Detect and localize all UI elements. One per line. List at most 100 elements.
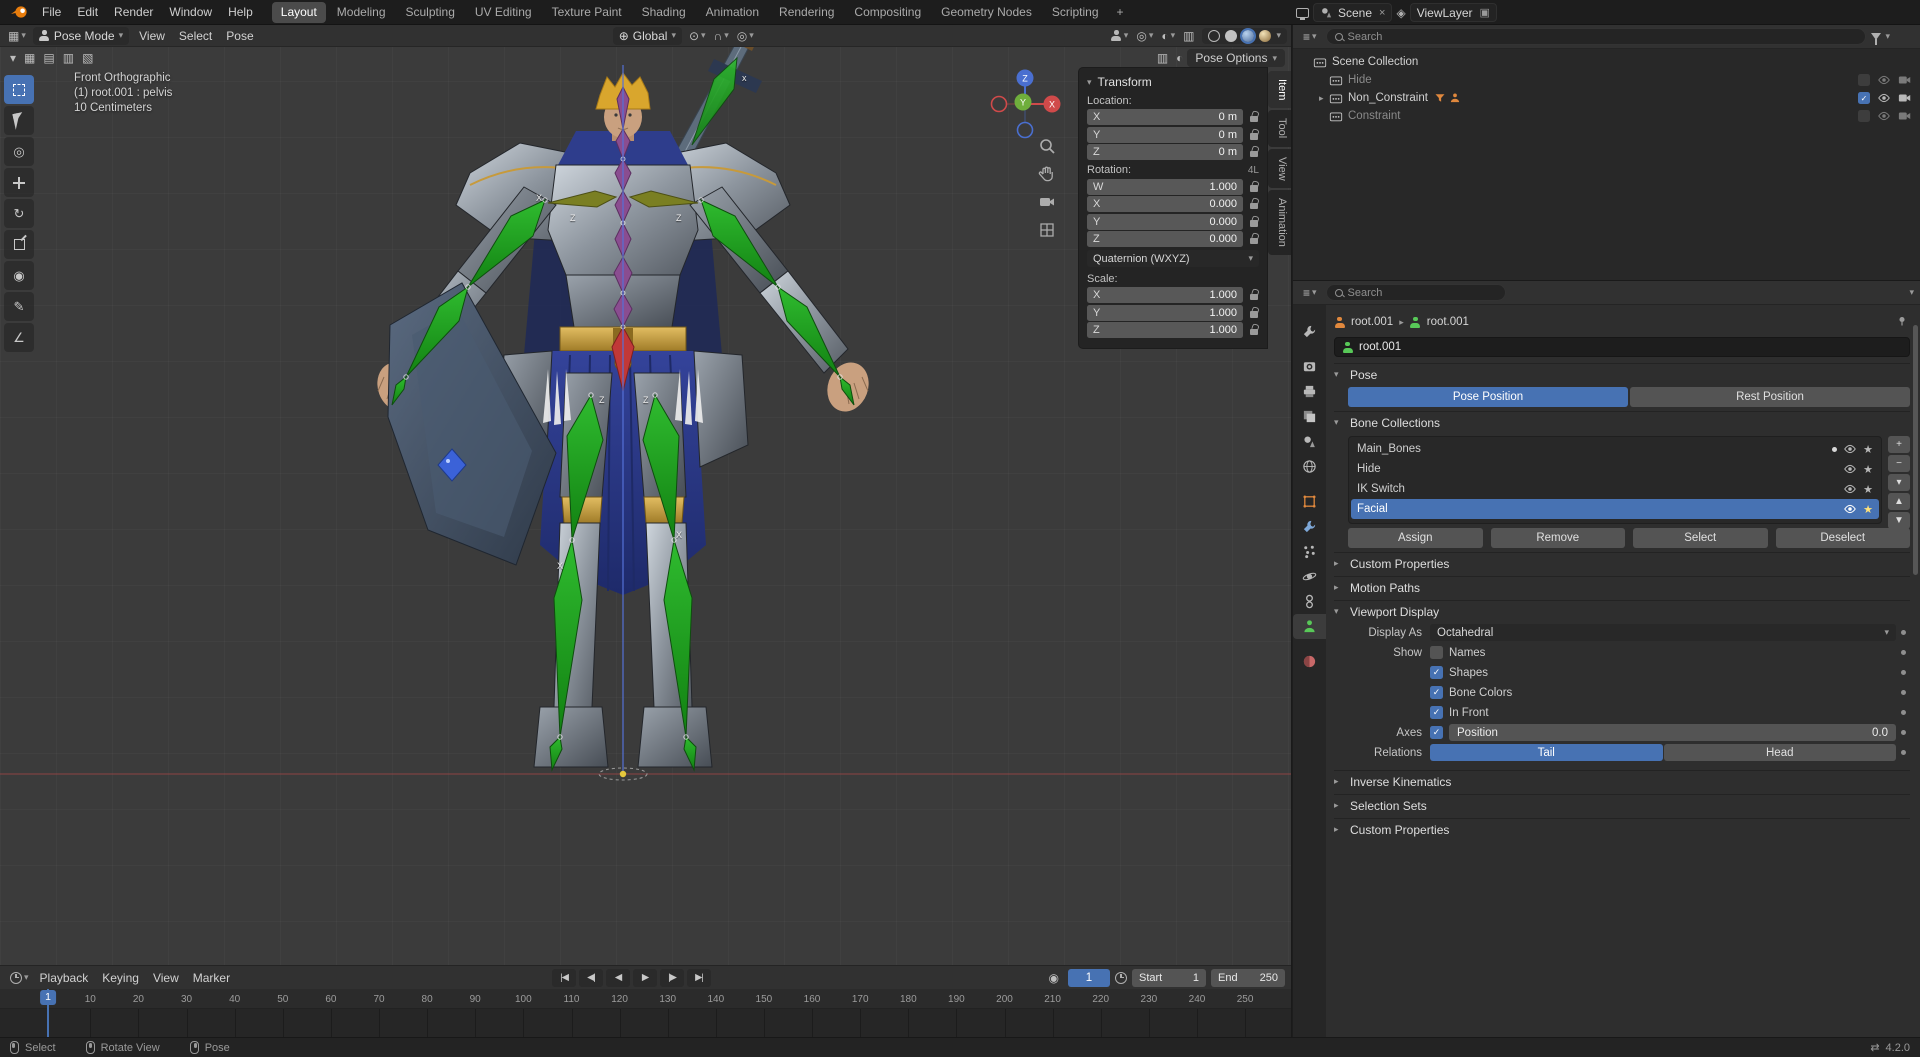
collection-solo-star-icon[interactable]: ★ bbox=[1863, 483, 1873, 496]
location-x-field[interactable]: X0 m bbox=[1087, 109, 1243, 125]
animate-dot[interactable] bbox=[1900, 750, 1906, 755]
pose-section-header[interactable]: ▾ Pose bbox=[1334, 363, 1910, 385]
lock-icon[interactable] bbox=[1248, 181, 1259, 192]
workspace-tab-rendering[interactable]: Rendering bbox=[770, 2, 843, 23]
exclude-checkbox[interactable] bbox=[1858, 74, 1870, 86]
overlays-dropdown[interactable]: ◐ ▾ bbox=[1157, 29, 1179, 43]
camera-view-icon[interactable] bbox=[1038, 193, 1056, 211]
pivot-dropdown[interactable]: ⊙ ▾ bbox=[685, 29, 710, 43]
exclude-checkbox[interactable] bbox=[1858, 110, 1870, 122]
properties-tab-output[interactable] bbox=[1293, 379, 1326, 404]
menu-help[interactable]: Help bbox=[220, 0, 261, 24]
sidebar-tab-view[interactable]: View bbox=[1268, 148, 1291, 189]
properties-tab-object-data[interactable] bbox=[1293, 614, 1326, 639]
annotate-tool[interactable]: ✎ bbox=[4, 292, 34, 321]
expand-icon[interactable]: ▸ bbox=[1319, 93, 1329, 104]
sidebar-tab-tool[interactable]: Tool bbox=[1268, 110, 1291, 147]
properties-tab-particles[interactable] bbox=[1293, 539, 1326, 564]
jump-end-button[interactable]: ▶| bbox=[687, 968, 711, 987]
remove-button[interactable]: Remove bbox=[1490, 528, 1625, 548]
timeline-editor-dropdown[interactable]: ▾ bbox=[6, 971, 33, 984]
lock-icon[interactable] bbox=[1248, 234, 1259, 245]
properties-tab-physics[interactable] bbox=[1293, 564, 1326, 589]
animate-dot[interactable] bbox=[1900, 670, 1906, 675]
select-mode-subtract-icon[interactable]: ▥ bbox=[59, 51, 78, 65]
move-collection-down-button[interactable]: ▼ bbox=[1888, 512, 1910, 529]
playhead-frame-badge[interactable]: 1 bbox=[40, 990, 56, 1005]
deselect-button[interactable]: Deselect bbox=[1775, 528, 1910, 548]
workspace-tab-uv-editing[interactable]: UV Editing bbox=[466, 2, 541, 23]
collection-solo-star-icon[interactable]: ★ bbox=[1863, 463, 1873, 476]
gizmos-dropdown[interactable]: ◎ ▾ bbox=[1132, 29, 1157, 43]
timeline-menu-playback[interactable]: Playback bbox=[33, 967, 96, 989]
menu-render[interactable]: Render bbox=[106, 0, 161, 24]
workspace-tab-animation[interactable]: Animation bbox=[697, 2, 768, 23]
bone-collection-row-ik-switch[interactable]: IK Switch ★ bbox=[1351, 479, 1879, 499]
outliner-row-non-constraint[interactable]: ▸ Non_Constraint ✓ bbox=[1293, 89, 1920, 107]
new-viewlayer-button[interactable]: ▣ bbox=[1480, 6, 1490, 19]
properties-tab-material[interactable] bbox=[1293, 649, 1326, 674]
hide-viewport-eye-icon[interactable] bbox=[1877, 73, 1891, 87]
assign-button[interactable]: Assign bbox=[1348, 528, 1483, 548]
add-collection-button[interactable]: + bbox=[1888, 436, 1910, 453]
orientation-dropdown[interactable]: ⊕ Global ▾ bbox=[612, 26, 682, 45]
measure-tool[interactable]: ∠ bbox=[4, 323, 34, 352]
properties-scrollbar[interactable] bbox=[1913, 325, 1918, 575]
shading-material-button[interactable] bbox=[1240, 27, 1257, 44]
rotation-z-field[interactable]: Z 0.000 bbox=[1087, 231, 1243, 247]
pan-hand-icon[interactable] bbox=[1038, 165, 1056, 183]
pin-icon[interactable] bbox=[1896, 315, 1908, 330]
lock-icon[interactable] bbox=[1248, 112, 1259, 123]
outliner-editor-dropdown[interactable]: ≡ ▾ bbox=[1299, 30, 1321, 44]
selectability-dropdown[interactable]: ▾ bbox=[1107, 30, 1133, 41]
animate-dot[interactable] bbox=[1900, 650, 1906, 655]
rotation-x-field[interactable]: X 0.000 bbox=[1087, 196, 1243, 212]
datablock-name-field[interactable]: root.001 bbox=[1334, 337, 1910, 357]
shapes-checkbox[interactable]: ✓ bbox=[1430, 666, 1443, 679]
outliner-row-scene-collection[interactable]: Scene Collection bbox=[1293, 53, 1920, 71]
shading-wireframe-button[interactable] bbox=[1208, 29, 1221, 42]
lock-icon[interactable] bbox=[1248, 307, 1259, 318]
properties-tab-view-layer[interactable] bbox=[1293, 404, 1326, 429]
properties-tab-scene[interactable] bbox=[1293, 429, 1326, 454]
lock-icon[interactable] bbox=[1248, 199, 1259, 210]
names-checkbox[interactable] bbox=[1430, 646, 1443, 659]
transform-panel-header[interactable]: ▾ Transform bbox=[1087, 72, 1259, 92]
workspace-tab-geometry-nodes[interactable]: Geometry Nodes bbox=[932, 2, 1041, 23]
properties-search-input[interactable]: Search bbox=[1325, 284, 1506, 301]
viewport-display-section-header[interactable]: ▾ Viewport Display bbox=[1334, 600, 1910, 622]
sidebar-tab-item[interactable]: Item bbox=[1268, 71, 1291, 109]
timeline-menu-view[interactable]: View bbox=[146, 967, 186, 989]
section-header-custom-properties[interactable]: ▸ Custom Properties bbox=[1334, 818, 1910, 840]
section-header-inverse-kinematics[interactable]: ▸ Inverse Kinematics bbox=[1334, 770, 1910, 792]
bone-collection-row-main-bones[interactable]: Main_Bones ★ bbox=[1351, 439, 1879, 459]
shading-rendered-button[interactable] bbox=[1259, 29, 1272, 42]
viewport-menu-select[interactable]: Select bbox=[172, 25, 219, 47]
unlink-scene-button[interactable]: × bbox=[1379, 7, 1385, 19]
timeline-ruler[interactable]: 1102030405060708090100110120130140150160… bbox=[0, 989, 1291, 1009]
tool-settings-dropdown[interactable]: ▾ bbox=[6, 51, 20, 65]
properties-tab-render[interactable] bbox=[1293, 354, 1326, 379]
section-header-selection-sets[interactable]: ▸ Selection Sets bbox=[1334, 794, 1910, 816]
remove-collection-button[interactable]: − bbox=[1888, 455, 1910, 472]
rotation-w-field[interactable]: W 1.000 bbox=[1087, 178, 1243, 195]
select-mode-intersect-icon[interactable]: ▧ bbox=[78, 51, 97, 65]
scale-x-field[interactable]: X 1.000 bbox=[1087, 287, 1243, 303]
viewlayer-selector[interactable]: ViewLayer ▣ bbox=[1409, 3, 1497, 22]
rotate-tool[interactable]: ↻ bbox=[4, 199, 34, 228]
relations-tail-button[interactable]: Tail bbox=[1430, 744, 1663, 761]
xray-quick-toggle[interactable]: ▥ bbox=[1153, 51, 1172, 65]
collection-visibility-eye-icon[interactable] bbox=[1843, 502, 1857, 516]
axes-position-slider[interactable]: Position 0.0 bbox=[1449, 724, 1896, 741]
properties-tab-tool[interactable] bbox=[1293, 319, 1326, 344]
select-mode-new-icon[interactable]: ▦ bbox=[20, 51, 39, 65]
properties-tab-constraints[interactable] bbox=[1293, 589, 1326, 614]
editor-type-dropdown[interactable]: ▦ ▾ bbox=[4, 29, 30, 43]
properties-tab-world[interactable] bbox=[1293, 454, 1326, 479]
lock-icon[interactable] bbox=[1248, 290, 1259, 301]
tweak-tool[interactable] bbox=[4, 106, 34, 135]
lock-icon[interactable] bbox=[1248, 216, 1259, 227]
lock-icon[interactable] bbox=[1248, 147, 1259, 158]
rotation-mode-dropdown[interactable]: Quaternion (WXYZ) ▾ bbox=[1087, 250, 1259, 267]
viewport-menu-pose[interactable]: Pose bbox=[219, 25, 260, 47]
